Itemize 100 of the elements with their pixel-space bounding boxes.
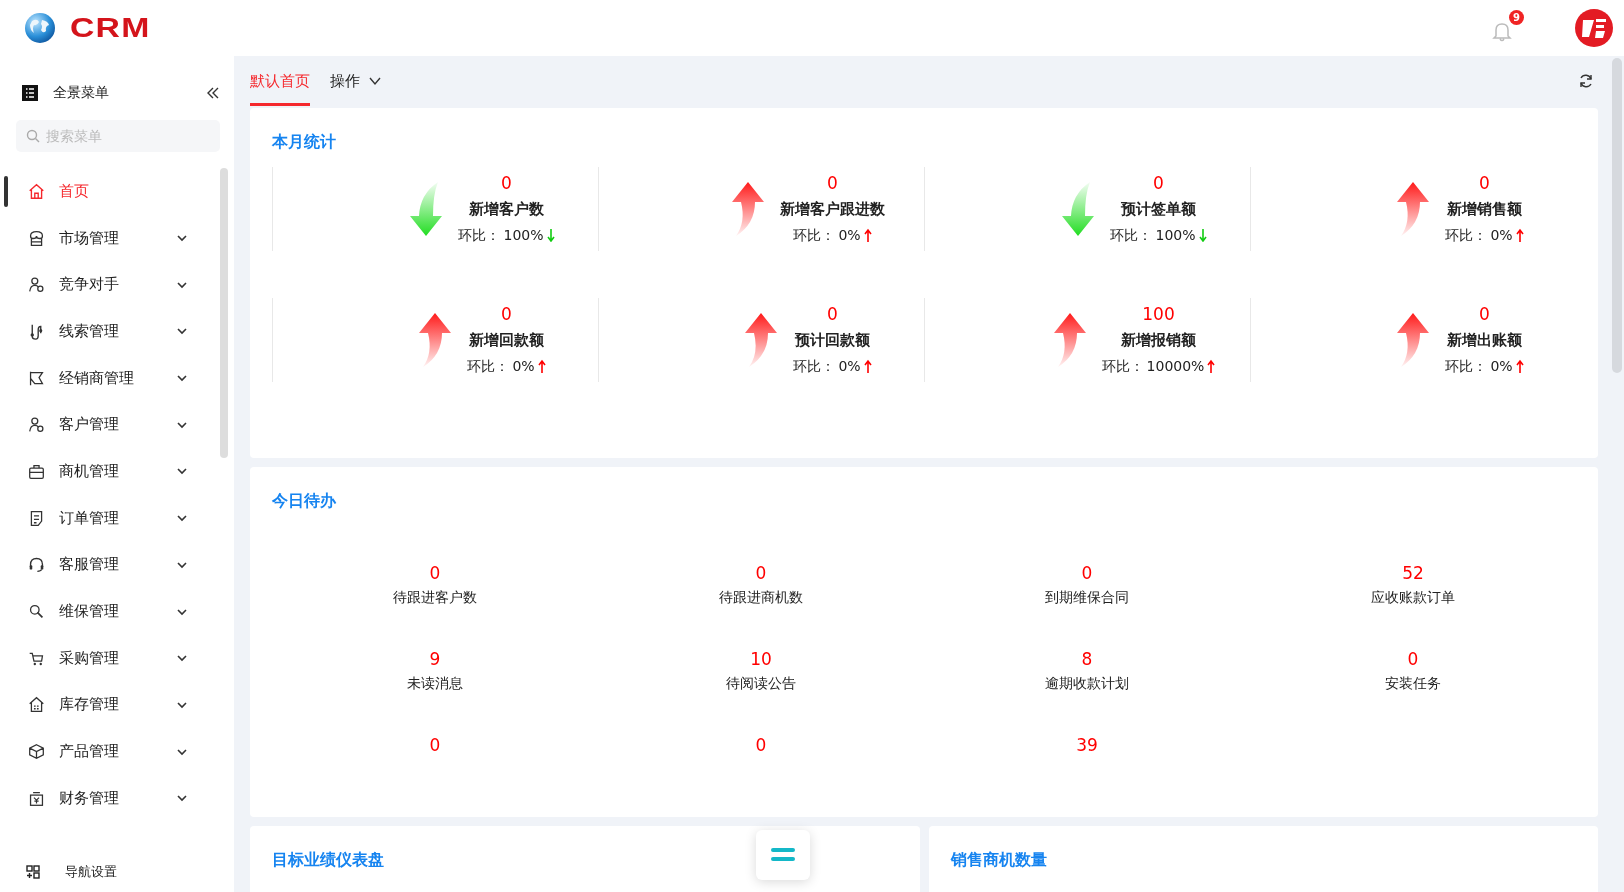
stat-value: 0 [501,173,512,193]
todo-count[interactable]: 0 [429,735,441,755]
stat-label: 新增回款额 [469,330,544,350]
todo-label: 待跟进客户数 [393,589,477,607]
menu-item[interactable]: 客服管理 [0,541,220,589]
warehouse-icon [28,696,45,714]
stat-label: 新增报销额 [1121,330,1196,350]
avatar[interactable] [1574,8,1614,48]
menu-button[interactable] [756,830,810,880]
stat-label: 新增销售额 [1447,199,1522,219]
todo-label: 应收账款订单 [1371,589,1455,607]
todo-count[interactable]: 10 [750,649,772,669]
document-icon [28,509,45,527]
up-arrow-icon [1207,359,1216,373]
ratio-label: 环比： [1101,357,1144,376]
ratio-label: 环比： [793,357,836,376]
up-arrow-icon [1515,359,1524,373]
flag-icon [28,369,45,387]
menu-item[interactable]: 经销商管理 [0,354,220,402]
scrollbar-thumb[interactable] [1612,58,1622,373]
menu-title: 全景菜单 [53,84,110,102]
todo-label: 待阅读公告 [726,675,796,693]
ratio-value: 100% [503,226,544,245]
todo-label: 未读消息 [407,675,463,693]
ratio-value: 0% [512,357,535,376]
todo-count[interactable]: 0 [755,735,767,755]
cable-icon [28,322,45,340]
house-icon [28,182,45,200]
todo-count[interactable]: 0 [1407,649,1419,669]
ratio-label: 环比： [1110,226,1153,245]
todo-count[interactable]: 9 [429,649,441,669]
menu-item[interactable]: 竞争对手 [0,261,220,309]
ratio-value: 0% [838,357,861,376]
grid-icon [26,865,40,879]
dropdown-tab[interactable]: 操作 [330,56,382,106]
todo-count[interactable]: 52 [1402,563,1424,583]
notification-badge: 9 [1509,10,1524,25]
menu-item[interactable]: 线索管理 [0,308,220,355]
logo-text: CRM [70,12,151,44]
menu-item[interactable]: 产品管理 [0,728,220,775]
refresh-icon[interactable] [1578,73,1594,89]
stat-value: 0 [501,304,512,324]
ratio-label: 环比： [467,357,510,376]
menu-item[interactable]: 维保管理 [0,588,220,635]
menu-icon [22,85,38,101]
cash-box-icon [28,789,45,807]
headset-icon [28,556,45,574]
stat-label: 新增客户跟进数 [780,199,885,219]
collapse-icon[interactable] [206,86,220,100]
todo-count[interactable]: 8 [1081,649,1093,669]
stat-value: 0 [1479,304,1490,324]
todo-label: 安装任务 [1385,675,1441,693]
menu-item[interactable]: 财务管理 [0,774,220,822]
ratio-label: 环比： [1445,357,1488,376]
ratio-value: 0% [1490,226,1513,245]
stat-value: 0 [827,173,838,193]
menu-item[interactable]: 首页 [0,168,220,215]
stat-label: 新增出账额 [1447,330,1522,350]
ratio-label: 环比： [458,226,501,245]
down-arrow-icon [546,228,555,242]
bell-icon[interactable] [1492,20,1512,42]
ratio-value: 0% [838,226,861,245]
stat-label: 预计回款额 [795,330,870,350]
stat-value: 0 [827,304,838,324]
todo-count[interactable]: 0 [755,563,767,583]
nav-settings-button[interactable]: 导航设置 [0,852,234,892]
ratio-value: 0% [1490,357,1513,376]
people-icon [28,416,45,434]
scrollbar-thumb[interactable] [220,168,228,458]
menu-item[interactable]: 市场管理 [0,214,220,262]
menu-item[interactable]: 商机管理 [0,448,220,495]
todo-count[interactable]: 39 [1076,735,1098,755]
storefront-icon [28,229,45,247]
stat-value: 100 [1142,304,1175,324]
todo-label: 待跟进商机数 [719,589,803,607]
search-field[interactable]: 搜索菜单 [16,120,220,152]
section-title: 销售商机数量 [951,850,1047,871]
ratio-label: 环比： [1445,226,1488,245]
ratio-value: 10000% [1146,357,1205,376]
section-title: 本月统计 [272,132,336,153]
menu-item[interactable]: 库存管理 [0,681,220,729]
search-icon [26,129,40,143]
stat-label: 预计签单额 [1121,199,1196,219]
up-arrow-icon [1515,228,1524,242]
briefcase-icon [28,462,45,480]
stat-value: 0 [1479,173,1490,193]
menu-item[interactable]: 订单管理 [0,494,220,542]
people-icon [28,276,45,294]
up-arrow-icon [863,359,872,373]
section-title: 今日待办 [272,491,336,512]
globe-logo [24,12,56,44]
menu-item[interactable]: 客户管理 [0,401,220,449]
up-arrow-icon [537,359,546,373]
stat-value: 0 [1153,173,1164,193]
menu-icon [771,847,795,863]
todo-count[interactable]: 0 [1081,563,1093,583]
section-title: 目标业绩仪表盘 [272,850,384,871]
down-arrow-icon [1198,228,1207,242]
todo-count[interactable]: 0 [429,563,441,583]
menu-item[interactable]: 采购管理 [0,634,220,682]
